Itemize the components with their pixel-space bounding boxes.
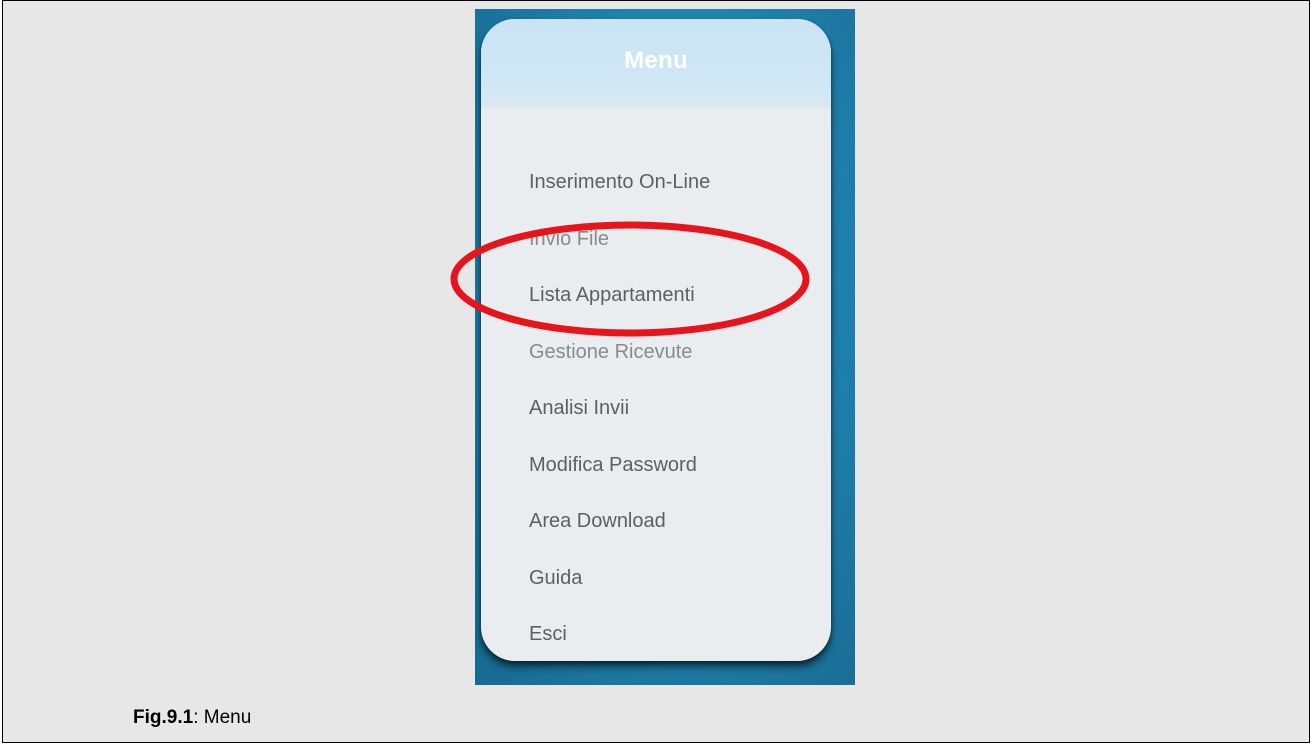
menu-item-lista-appartamenti[interactable]: Lista Appartamenti [529, 284, 695, 307]
figure-caption-label: Fig.9.1 [133, 707, 194, 728]
menu-list: Inserimento On-Line Invio File Lista App… [481, 19, 831, 661]
menu-item-guida[interactable]: Guida [529, 567, 582, 590]
menu-panel: Menu Inserimento On-Line Invio File List… [481, 19, 831, 661]
menu-item-area-download[interactable]: Area Download [529, 510, 666, 533]
menu-item-inserimento-on-line[interactable]: Inserimento On-Line [529, 171, 710, 194]
menu-item-invio-file[interactable]: Invio File [529, 228, 609, 251]
menu-screenshot: Menu Inserimento On-Line Invio File List… [475, 9, 855, 685]
figure-caption-separator: : [193, 707, 204, 728]
figure-caption-text: Menu [203, 707, 252, 728]
figure-caption: Fig.9.1: Menu [133, 707, 251, 729]
menu-item-analisi-invii[interactable]: Analisi Invii [529, 397, 629, 420]
menu-item-esci[interactable]: Esci [529, 623, 567, 646]
menu-item-modifica-password[interactable]: Modifica Password [529, 454, 697, 477]
menu-item-gestione-ricevute[interactable]: Gestione Ricevute [529, 341, 692, 364]
figure-frame: Menu Inserimento On-Line Invio File List… [2, 0, 1310, 743]
